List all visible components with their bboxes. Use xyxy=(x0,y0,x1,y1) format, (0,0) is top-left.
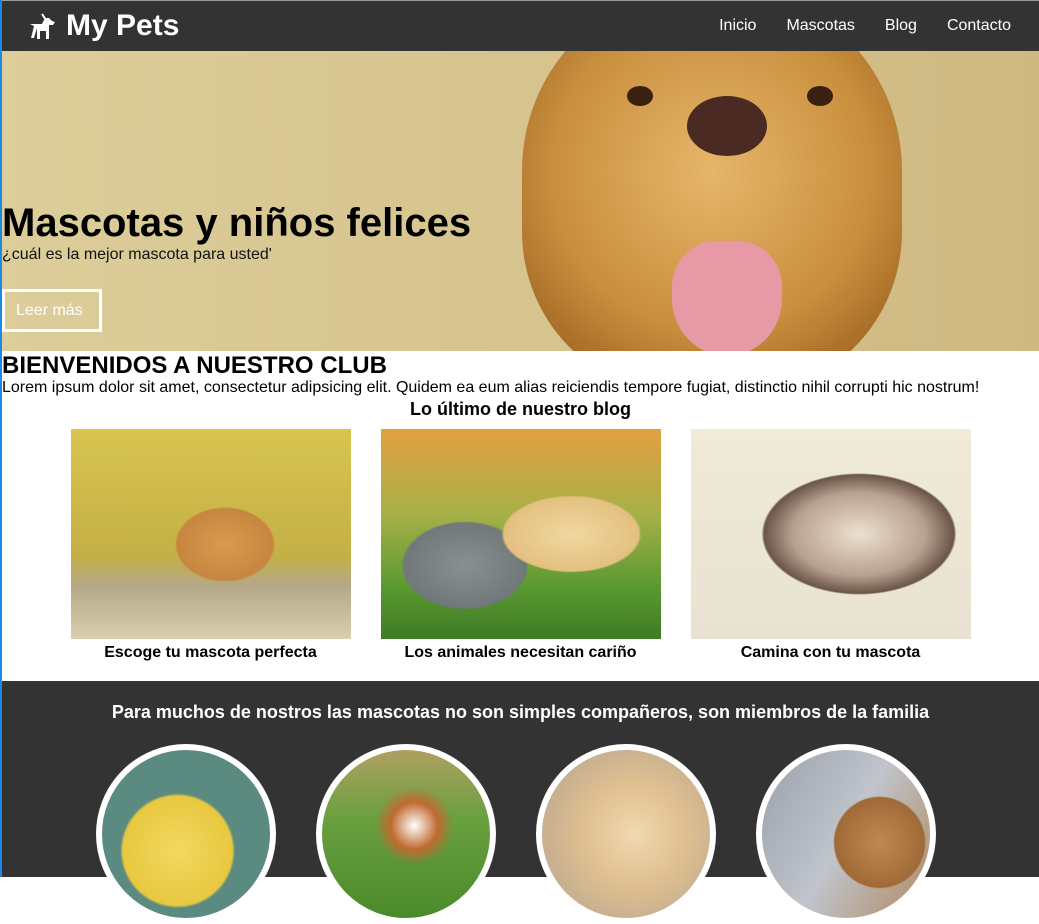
blog-title: Lo último de nuestro blog xyxy=(410,399,631,419)
brand-logo[interactable]: My Pets xyxy=(28,9,179,43)
blog-caption[interactable]: Escoge tu mascota perfecta xyxy=(71,644,351,662)
puppy-running-image[interactable] xyxy=(315,744,496,924)
welcome-title: BIENVENIDOS A NUESTRO CLUB xyxy=(2,352,387,379)
dog-eye xyxy=(807,86,833,106)
blog-card[interactable]: Escoge tu mascota perfecta xyxy=(70,429,351,662)
sleeping-pets-image[interactable] xyxy=(755,744,936,924)
family-section: Para muchos de nostros las mascotas no s… xyxy=(2,681,1039,924)
duckling-image[interactable] xyxy=(95,744,276,924)
nav-contacto[interactable]: Contacto xyxy=(947,17,1011,35)
blog-card[interactable]: Camina con tu mascota xyxy=(690,429,971,662)
nav-inicio[interactable]: Inicio xyxy=(719,17,756,35)
welcome-text: Lorem ipsum dolor sit amet, consectetur … xyxy=(2,379,980,396)
blog-section: Lo último de nuestro blog Escoge tu masc… xyxy=(2,397,1039,662)
dog-nose xyxy=(687,96,767,156)
ferret-image[interactable] xyxy=(690,429,971,639)
read-more-button[interactable]: Leer más xyxy=(2,289,102,332)
welcome-section: BIENVENIDOS A NUESTRO CLUB Lorem ipsum d… xyxy=(2,352,1039,397)
blog-card[interactable]: Los animales necesitan cariño xyxy=(380,429,661,662)
golden-puppy-image[interactable] xyxy=(535,744,716,924)
dog-walking-icon xyxy=(30,13,55,39)
nav-blog[interactable]: Blog xyxy=(885,17,917,35)
kitten-image[interactable] xyxy=(70,429,351,639)
hero-banner: Mascotas y niños felices ¿cuál es la mej… xyxy=(2,51,1039,351)
family-title: Para muchos de nostros las mascotas no s… xyxy=(111,702,930,722)
dog-eye xyxy=(627,86,653,106)
puppies-kittens-image[interactable] xyxy=(380,429,661,639)
hero-subtitle: ¿cuál es la mejor mascota para usted' xyxy=(2,246,272,263)
brand-name: My Pets xyxy=(66,9,180,42)
hero-title: Mascotas y niños felices xyxy=(2,201,472,245)
nav-mascotas[interactable]: Mascotas xyxy=(786,17,854,35)
blog-caption[interactable]: Los animales necesitan cariño xyxy=(381,644,661,662)
blog-caption[interactable]: Camina con tu mascota xyxy=(691,644,971,662)
top-nav: My Pets Inicio Mascotas Blog Contacto xyxy=(2,0,1039,51)
dog-tongue xyxy=(672,241,782,351)
